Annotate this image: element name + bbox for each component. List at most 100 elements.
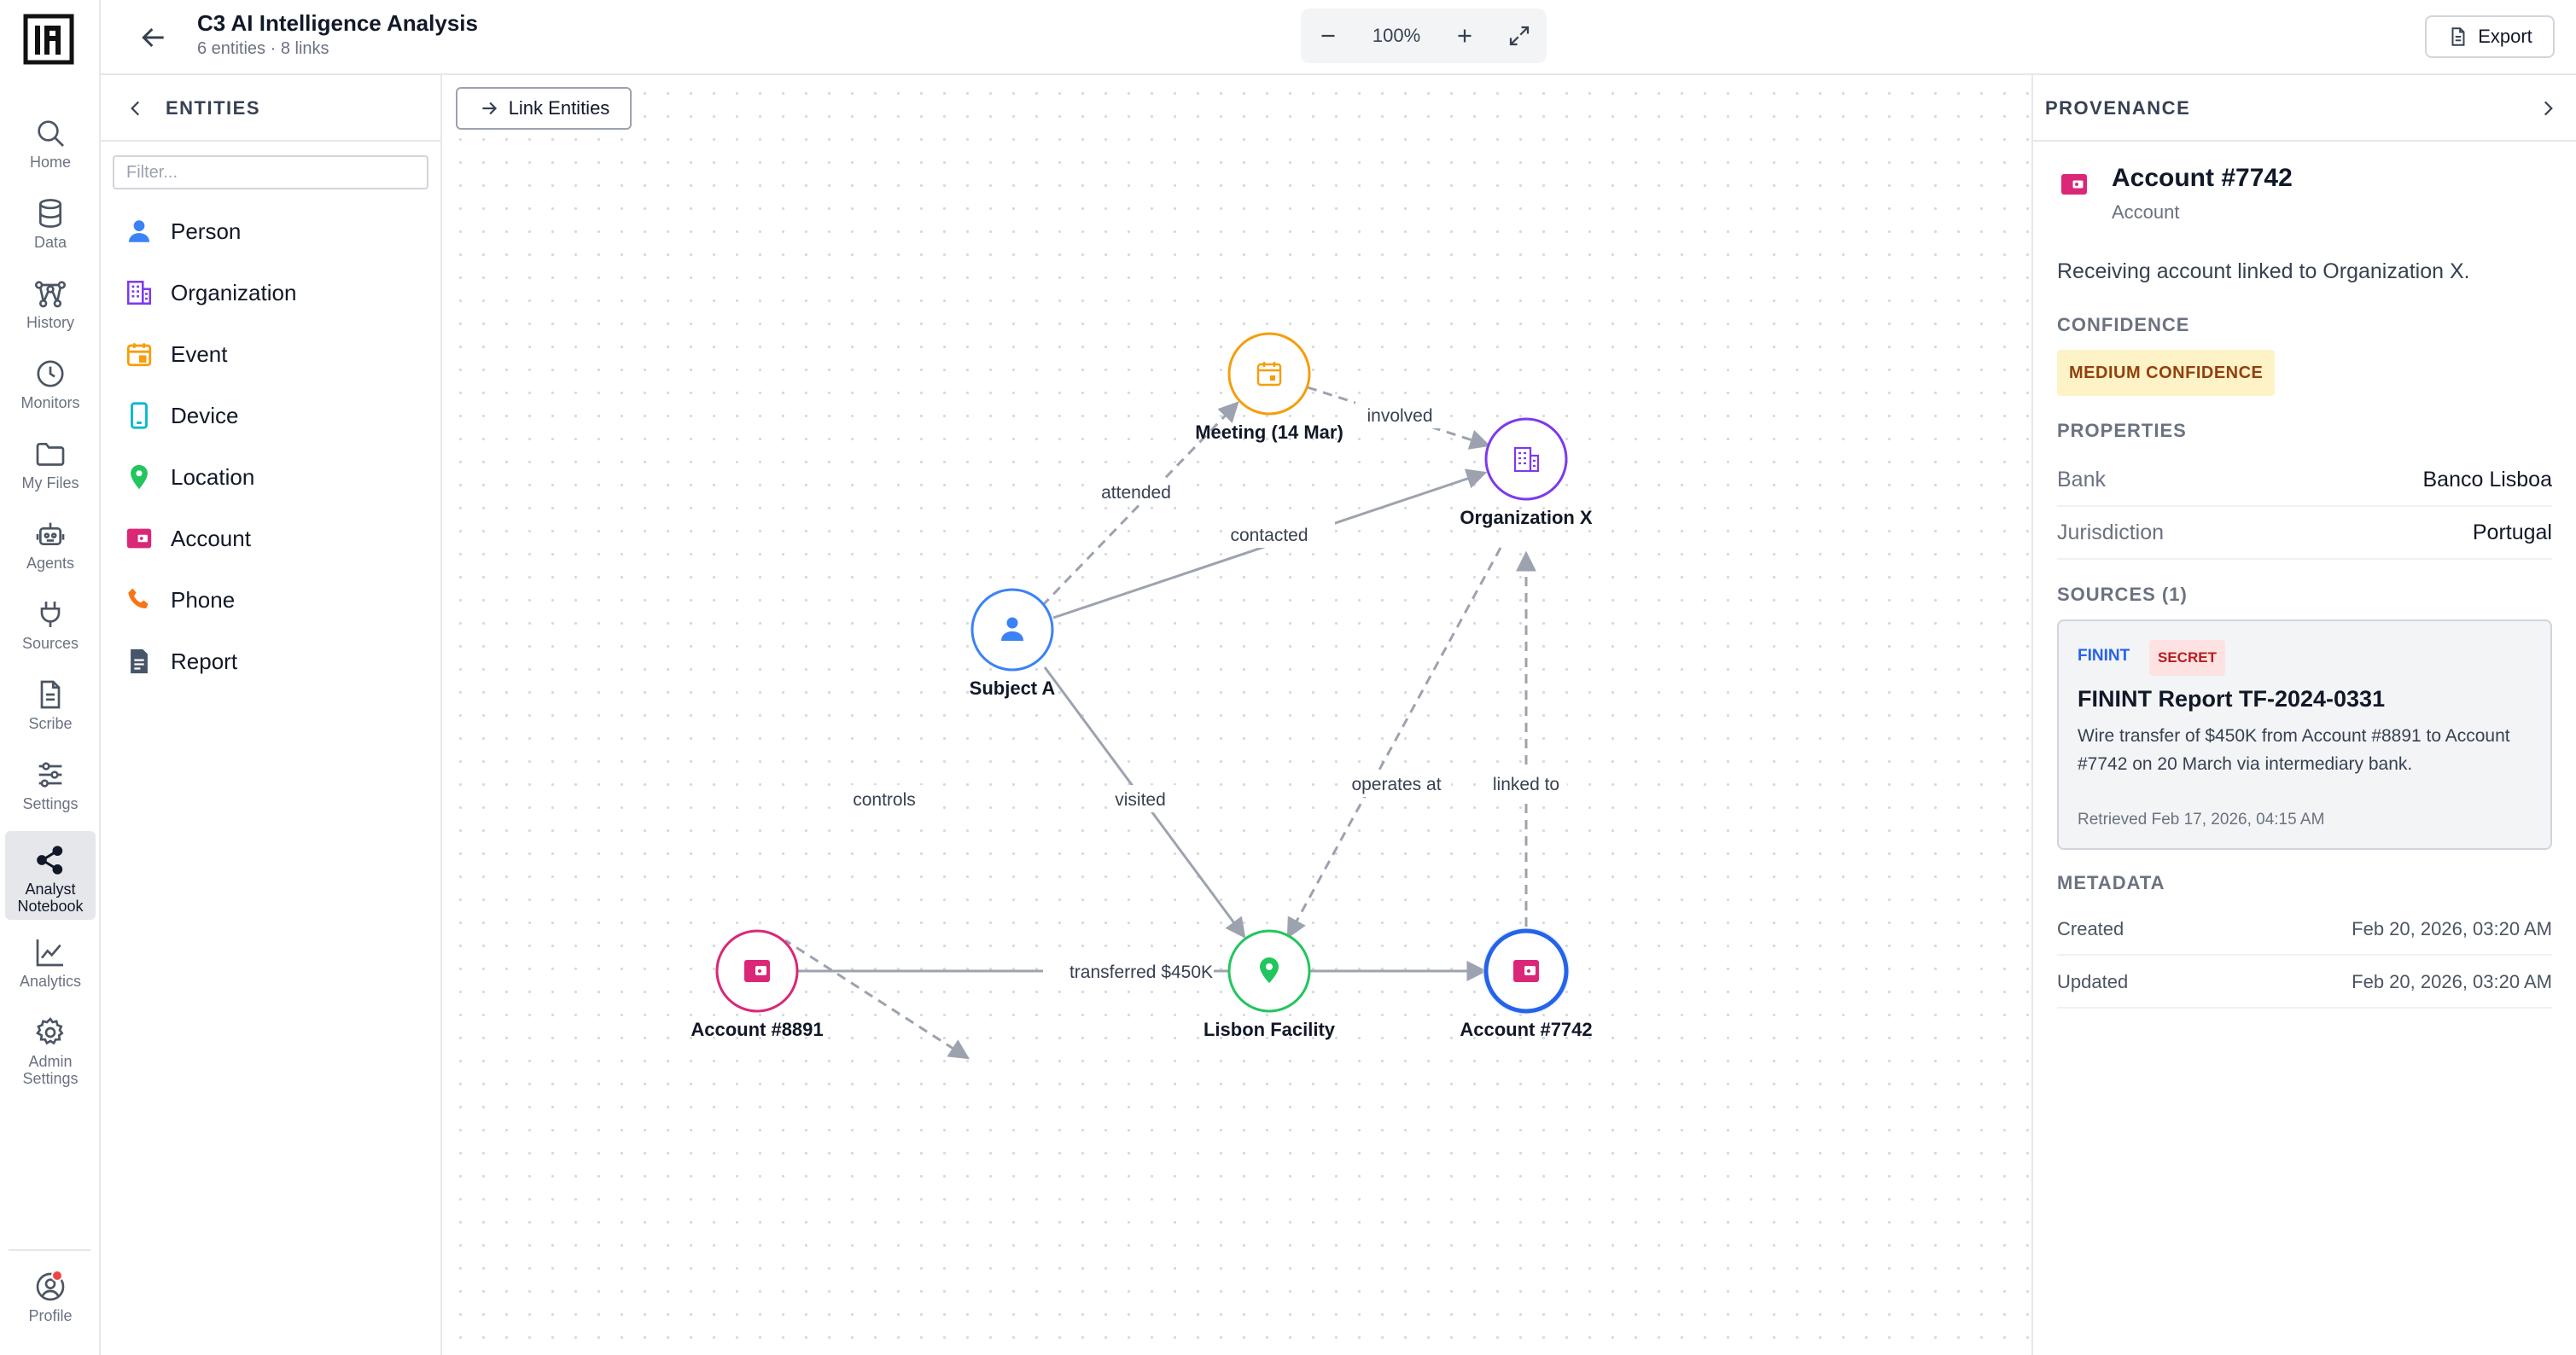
link-entities-button[interactable]: Link Entities (456, 87, 632, 130)
nav-label: Analyst Notebook (17, 881, 84, 915)
node-account-8891[interactable]: Account #8891 (691, 929, 824, 1040)
edge-operates-at[interactable] (1286, 547, 1502, 939)
provenance-header: PROVENANCE (2033, 75, 2576, 142)
entity-type-label: Person (171, 218, 242, 244)
fit-screen-button[interactable] (1492, 9, 1547, 63)
confidence-badge: MEDIUM CONFIDENCE (2057, 350, 2276, 396)
nav-label: Sources (21, 635, 79, 652)
classification-badge: SECRET (2149, 640, 2225, 676)
nav-label: Profile (28, 1307, 73, 1324)
node-lisbon-facility[interactable]: Lisbon Facility (1203, 929, 1336, 1040)
gear-icon (36, 1017, 64, 1045)
nav-item-settings[interactable]: Settings (5, 758, 96, 817)
folder-icon (36, 443, 65, 466)
nav-item-profile[interactable]: Profile (5, 1270, 96, 1329)
edge-label-operates-at: operates at (1351, 775, 1441, 794)
entity-filter-input[interactable] (113, 155, 428, 189)
zoom-in-button[interactable] (1437, 9, 1492, 63)
zoom-level: 100% (1372, 25, 1421, 46)
entity-type-person[interactable]: Person (125, 212, 241, 251)
confidence-heading: CONFIDENCE (2057, 314, 2190, 335)
entity-description: Receiving account linked to Organization… (2057, 259, 2470, 283)
map-pin-icon (131, 464, 148, 490)
nav-item-admin-settings[interactable]: Admin Settings (5, 1015, 96, 1094)
edge-label-involved: involved (1367, 406, 1432, 426)
nav-label: Scribe (28, 715, 73, 732)
source-card[interactable]: FININT SECRET FININT Report TF-2024-0331… (2057, 619, 2552, 850)
source-title: FININT Report TF-2024-0331 (2078, 686, 2386, 712)
node-meeting[interactable]: Meeting (14 Mar) (1195, 332, 1343, 443)
notification-dot (51, 1270, 63, 1282)
entity-type-account[interactable]: Account (125, 519, 251, 558)
source-tag: FININT (2078, 647, 2130, 665)
clock-icon (37, 360, 64, 387)
entities-heading: ENTITIES (166, 97, 261, 119)
node-label: Account #8891 (691, 1019, 823, 1040)
arrow-left-icon (142, 27, 164, 48)
document-icon (40, 680, 61, 709)
robot-icon (36, 522, 65, 545)
entity-type-report[interactable]: Report (125, 642, 237, 681)
metadata-key: Created (2057, 918, 2124, 939)
provenance-heading: PROVENANCE (2045, 97, 2191, 119)
page-subtitle: 6 entities · 8 links (197, 39, 329, 58)
nav-item-analytics[interactable]: Analytics (5, 935, 96, 995)
nav-label: Home (29, 154, 71, 171)
file-icon (2451, 27, 2465, 46)
node-subject-a[interactable]: Subject A (970, 588, 1056, 699)
nav-item-data[interactable]: Data (5, 196, 96, 256)
phone-device-icon (131, 402, 148, 429)
report-icon (131, 648, 148, 674)
entities-header: ENTITIES (101, 75, 440, 142)
nav-item-home[interactable]: Home (5, 116, 96, 176)
node-label: Organization X (1460, 507, 1593, 528)
entity-type-label: Organization (171, 279, 297, 305)
entity-type-phone[interactable]: Phone (125, 580, 235, 619)
chevron-left-icon[interactable] (125, 97, 147, 119)
nav-item-scribe[interactable]: Scribe (5, 678, 96, 737)
app-root: Home Data History Monitors My Files Agen… (0, 0, 2576, 1355)
graph-edge-labels: attended involved contacted controls vis… (838, 401, 1567, 985)
metadata-row: Updated Feb 20, 2026, 03:20 AM (2057, 957, 2552, 1009)
wallet-icon (1513, 960, 1539, 982)
back-button[interactable] (137, 20, 171, 55)
nav-item-history[interactable]: History (5, 276, 96, 336)
entity-type-location[interactable]: Location (125, 457, 254, 497)
nav-label: Admin Settings (22, 1053, 79, 1087)
nav-item-analyst-notebook[interactable]: Analyst Notebook (5, 831, 96, 920)
entity-type-label: Phone (171, 586, 236, 613)
main-nav: Home Data History Monitors My Files Agen… (0, 0, 101, 1355)
entity-type-device[interactable]: Device (125, 396, 238, 435)
property-value: Banco Lisboa (2422, 468, 2552, 491)
nav-label: Data (33, 234, 67, 251)
page-title: C3 AI Intelligence Analysis (197, 10, 478, 36)
entity-type: Account (2112, 201, 2180, 223)
metadata-value: Feb 20, 2026, 03:20 AM (2352, 918, 2552, 939)
entity-type-event[interactable]: Event (125, 334, 228, 374)
nav-label: Monitors (20, 394, 80, 411)
logo[interactable] (23, 14, 74, 65)
node-account-7742[interactable]: Account #7742 (1460, 928, 1593, 1040)
entity-type-organization[interactable]: Organization (125, 273, 296, 312)
nav-item-agents[interactable]: Agents (5, 517, 96, 577)
minus-icon (1321, 34, 1335, 38)
entity-type-label: Report (171, 648, 238, 674)
history-graph-icon (35, 281, 67, 308)
export-button[interactable]: Export (2425, 15, 2555, 58)
nav-item-my-files[interactable]: My Files (5, 437, 96, 497)
sliders-icon (38, 762, 62, 788)
top-header: C3 AI Intelligence Analysis 6 entities ·… (101, 0, 2576, 75)
graph-canvas[interactable]: attended involved contacted controls vis… (442, 75, 2031, 1355)
nav-item-sources[interactable]: Sources (5, 597, 96, 657)
person-icon (128, 220, 150, 242)
wallet-icon (2061, 174, 2087, 195)
nav-item-monitors[interactable]: Monitors (5, 357, 96, 416)
link-graph: attended involved contacted controls vis… (691, 332, 1593, 1060)
provenance-panel: PROVENANCE Account #7742 Account Receivi… (2031, 75, 2576, 1355)
edge-controls[interactable] (784, 939, 970, 1060)
metadata-heading: METADATA (2057, 872, 2165, 893)
chevron-right-icon[interactable] (2537, 97, 2559, 119)
zoom-out-button[interactable] (1301, 9, 1355, 63)
plus-icon (1458, 29, 1472, 43)
phone-icon (128, 588, 149, 608)
